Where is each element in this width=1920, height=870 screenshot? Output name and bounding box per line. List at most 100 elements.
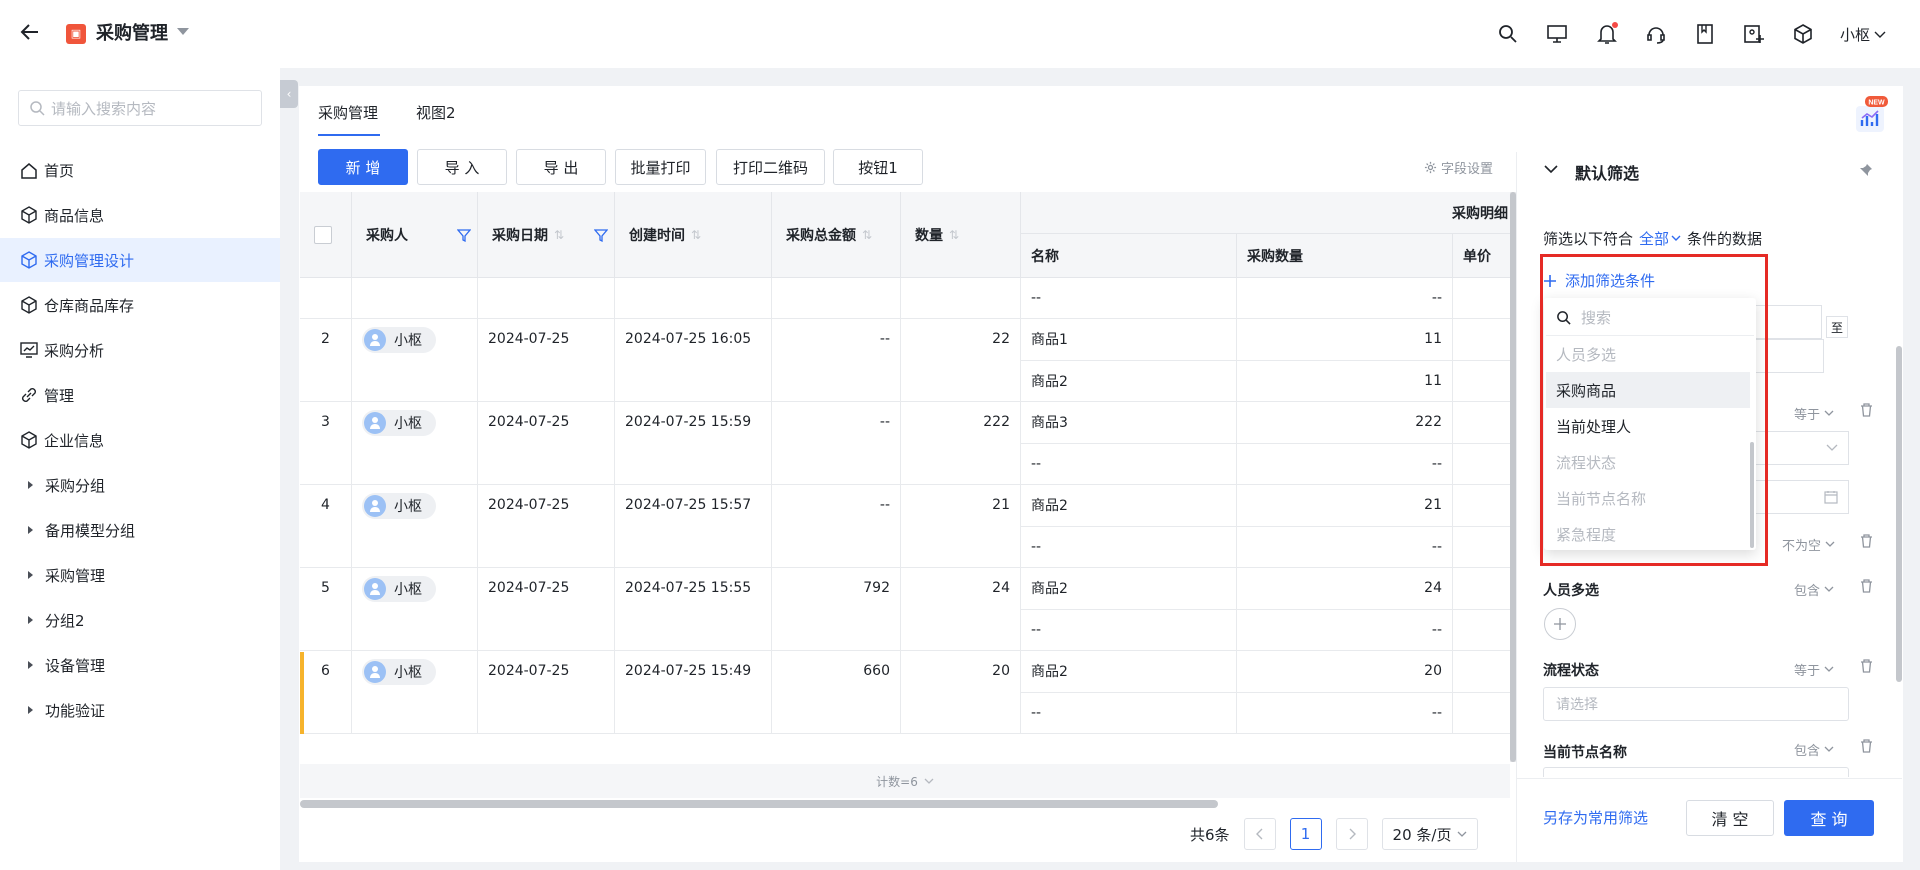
next-page-button[interactable]	[1335, 818, 1368, 850]
column-header-date[interactable]: 采购日期 ⇅	[478, 192, 615, 278]
user-menu[interactable]: 小枢	[1840, 24, 1886, 45]
cell-created[interactable]: 2024-07-25 15:49	[615, 651, 772, 734]
trash-icon[interactable]	[1860, 403, 1873, 417]
cell-detail-qty[interactable]: --	[1237, 609, 1453, 651]
cell-date[interactable]: 2024-07-25	[478, 319, 615, 402]
cell-detail-unit[interactable]	[1453, 485, 1510, 527]
page-button[interactable]: 1	[1289, 818, 1322, 850]
sidebar-group[interactable]: 功能验证	[0, 688, 280, 732]
cell-detail-unit[interactable]	[1453, 319, 1510, 361]
sort-icon[interactable]: ⇅	[554, 228, 564, 242]
save-common-filter-link[interactable]: 另存为常用筛选	[1543, 807, 1648, 828]
cell-total[interactable]: --	[772, 319, 901, 402]
sidebar-item[interactable]: 企业信息	[0, 418, 280, 462]
sidebar-item[interactable]: 采购管理设计	[0, 238, 280, 282]
cell-date[interactable]: 2024-07-25	[478, 568, 615, 651]
image-add-icon[interactable]	[1740, 20, 1768, 48]
user-chip[interactable]: 小枢	[362, 410, 436, 436]
cell-created[interactable]: 2024-07-25 15:59	[615, 402, 772, 485]
button1[interactable]: 按钮1	[833, 149, 923, 185]
field-settings-button[interactable]: 字段设置	[1424, 158, 1493, 177]
cell-buyer[interactable]: 小枢	[352, 319, 478, 402]
cell-detail-unit[interactable]	[1453, 693, 1510, 734]
cell-detail-unit[interactable]	[1453, 444, 1510, 485]
app-switch-caret-icon[interactable]	[176, 27, 190, 37]
cell-detail-unit[interactable]	[1453, 651, 1510, 693]
cell-date[interactable]: 2024-07-25	[478, 485, 615, 568]
flow-operator-select[interactable]: 等于	[1794, 660, 1834, 679]
filter-icon[interactable]	[457, 228, 471, 242]
trash-icon[interactable]	[1860, 534, 1873, 548]
trash-icon[interactable]	[1860, 659, 1873, 673]
prev-page-button[interactable]	[1243, 818, 1276, 850]
filter-icon[interactable]	[594, 228, 608, 242]
cell-detail-name[interactable]: 商品2	[1021, 568, 1237, 610]
cell-detail-name[interactable]: 商品2	[1021, 485, 1237, 527]
export-button[interactable]: 导 出	[516, 149, 606, 185]
sidebar-item[interactable]: 首页	[0, 148, 280, 192]
print-qrcode-button[interactable]: 打印二维码	[716, 149, 825, 185]
cell-qty[interactable]: 20	[901, 651, 1021, 734]
people-operator-select[interactable]: 包含	[1794, 580, 1834, 599]
bell-icon[interactable]	[1593, 20, 1621, 48]
book-icon[interactable]	[1691, 20, 1719, 48]
user-chip[interactable]: 小枢	[362, 493, 436, 519]
sidebar-group[interactable]: 设备管理	[0, 643, 280, 687]
collapse-sidebar-button[interactable]: ‹	[280, 80, 298, 108]
cell-detail-qty[interactable]: 11	[1237, 360, 1453, 402]
cell-date[interactable]: 2024-07-25	[478, 402, 615, 485]
batch-print-button[interactable]: 批量打印	[615, 149, 706, 185]
cell-detail-unit[interactable]	[1453, 402, 1510, 444]
column-header-created[interactable]: 创建时间 ⇅	[615, 192, 772, 278]
cell-buyer[interactable]: 小枢	[352, 568, 478, 651]
cell-detail-qty[interactable]: --	[1237, 692, 1453, 734]
sidebar-group[interactable]: 备用模型分组	[0, 508, 280, 552]
cell-detail-name[interactable]: --	[1021, 609, 1237, 651]
cell-date[interactable]: 2024-07-25	[478, 651, 615, 734]
node-operator-select[interactable]: 包含	[1794, 740, 1834, 759]
query-button[interactable]: 查 询	[1784, 800, 1874, 836]
cell-detail-unit[interactable]	[1453, 568, 1510, 610]
cell-detail-unit[interactable]	[1453, 278, 1510, 319]
match-mode-select[interactable]: 全部	[1639, 228, 1681, 249]
cell-created[interactable]: 2024-07-25 16:05	[615, 319, 772, 402]
cell-total[interactable]: 792	[772, 568, 901, 651]
tab-purchase-management[interactable]: 采购管理	[318, 102, 378, 123]
cell-detail-qty[interactable]: 11	[1237, 319, 1453, 361]
cell-detail-name[interactable]: --	[1021, 526, 1237, 568]
column-header-detail-unit[interactable]: 单价	[1453, 234, 1510, 278]
sidebar-group[interactable]: 采购分组	[0, 463, 280, 507]
cell-detail-unit[interactable]	[1453, 527, 1510, 568]
select-all-checkbox[interactable]	[314, 225, 332, 244]
cell-detail-qty[interactable]: --	[1237, 443, 1453, 485]
cell-qty[interactable]: 222	[901, 402, 1021, 485]
filter-panel-scrollbar[interactable]	[1896, 346, 1902, 682]
cell-detail-qty[interactable]: 20	[1237, 651, 1453, 693]
sidebar-item[interactable]: 采购分析	[0, 328, 280, 372]
sort-icon[interactable]: ⇅	[691, 228, 701, 242]
cell-total[interactable]: 660	[772, 651, 901, 734]
search-icon[interactable]	[1494, 20, 1522, 48]
sort-icon[interactable]: ⇅	[862, 228, 872, 242]
analytics-new-button[interactable]: NEW	[1852, 96, 1888, 134]
add-button[interactable]: 新 增	[318, 149, 408, 185]
cell-detail-name[interactable]: --	[1021, 278, 1237, 319]
cell-detail-qty[interactable]: 24	[1237, 568, 1453, 610]
condition-operator-select[interactable]: 不为空	[1782, 535, 1835, 554]
cell-qty[interactable]: 24	[901, 568, 1021, 651]
cell-total[interactable]	[772, 278, 901, 319]
back-arrow-icon[interactable]	[18, 20, 50, 48]
cell-created[interactable]: 2024-07-25 15:55	[615, 568, 772, 651]
cell-date[interactable]	[478, 278, 615, 319]
condition-operator-select[interactable]: 等于	[1794, 404, 1834, 423]
node-name-input[interactable]	[1543, 767, 1849, 777]
cell-detail-unit[interactable]	[1453, 610, 1510, 651]
column-header-detail-qty[interactable]: 采购数量	[1237, 234, 1453, 278]
cell-qty[interactable]	[901, 278, 1021, 319]
cell-buyer[interactable]: 小枢	[352, 402, 478, 485]
tab-view2[interactable]: 视图2	[416, 102, 456, 123]
cell-detail-name[interactable]: --	[1021, 443, 1237, 485]
trash-icon[interactable]	[1860, 579, 1873, 593]
user-chip[interactable]: 小枢	[362, 659, 436, 685]
cell-detail-qty[interactable]: 222	[1237, 402, 1453, 444]
